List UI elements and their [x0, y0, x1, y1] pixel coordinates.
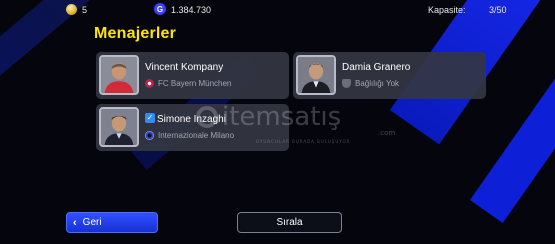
manager-avatar: [99, 55, 139, 95]
coin-icon: [66, 4, 77, 15]
club-name: Bağlılığı Yok: [355, 79, 400, 88]
manager-card-granero[interactable]: Damia Granero Bağlılığı Yok: [293, 52, 486, 99]
manager-card-kompany[interactable]: Vincent Kompany FC Bayern München: [96, 52, 289, 99]
top-bar: 5 G 1.384.730 Kapasite: 3/50: [0, 0, 555, 20]
sort-button-label: Sırala: [276, 217, 303, 228]
coin-balance: 5: [82, 5, 88, 15]
inter-crest-icon: [145, 131, 154, 140]
capacity-value: 3/50: [489, 5, 507, 15]
watermark-suffix: .com: [378, 129, 396, 137]
avatar-image: [298, 57, 334, 93]
page-title: Menajerler: [94, 25, 177, 42]
manager-name: Vincent Kompany: [145, 62, 224, 73]
club-name: Internazionale Milano: [158, 131, 235, 140]
manager-name: Damia Granero: [342, 62, 411, 73]
club-name: FC Bayern München: [158, 79, 232, 88]
manager-avatar: [296, 55, 336, 95]
selected-check-icon: ✓: [145, 113, 155, 123]
sort-button[interactable]: Sırala: [237, 212, 342, 233]
gp-icon: G: [154, 3, 166, 15]
manager-card-inzaghi[interactable]: ✓ Simone Inzaghi Internazionale Milano: [96, 104, 289, 151]
bayern-crest-icon: [145, 79, 154, 88]
back-button[interactable]: ‹ Geri: [66, 212, 158, 233]
capacity-label: Kapasite:: [428, 5, 466, 15]
gp-balance: 1.384.730: [171, 5, 212, 15]
back-button-label: Geri: [82, 217, 102, 228]
shield-icon: [342, 79, 351, 88]
manager-avatar: [99, 107, 139, 147]
manager-name: Simone Inzaghi: [157, 114, 226, 125]
avatar-image: [101, 57, 137, 93]
chevron-left-icon: ‹: [73, 216, 77, 229]
avatar-image: [101, 109, 137, 145]
